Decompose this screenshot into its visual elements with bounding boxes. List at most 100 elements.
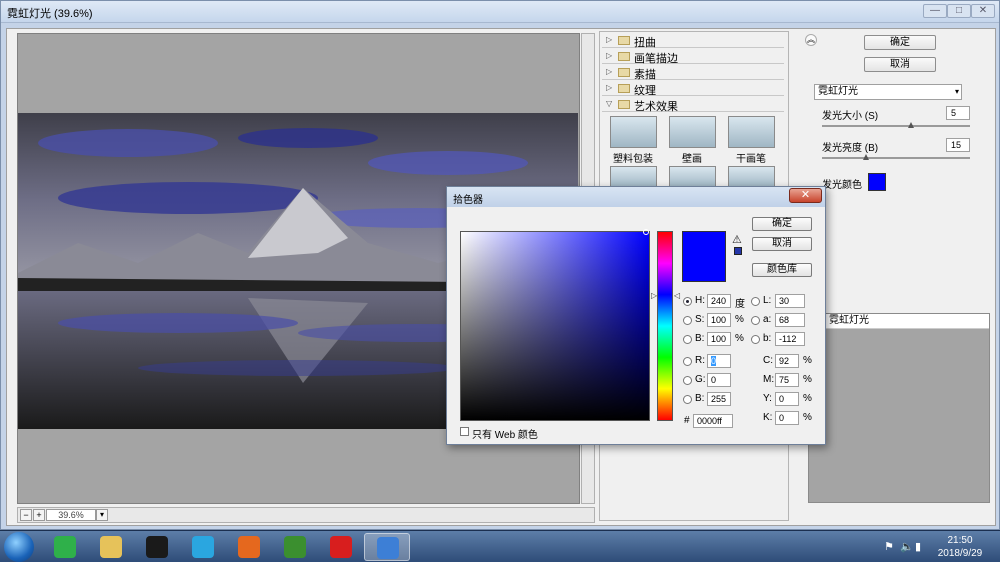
hex-input[interactable]: 0000ff (693, 414, 733, 428)
expand-arrow-icon: ▷ (606, 67, 613, 76)
taskbar-app-photoshop[interactable] (364, 533, 410, 561)
filter-select-value: 霓虹灯光 (818, 86, 858, 97)
zoom-dropdown-icon[interactable]: ▾ (96, 509, 108, 521)
category-label: 艺术效果 (634, 101, 678, 113)
color-field[interactable] (460, 231, 650, 421)
input-y[interactable]: 0 (775, 392, 799, 406)
radio-h[interactable] (683, 297, 692, 306)
radio-l[interactable] (751, 297, 760, 306)
current-color-swatch[interactable] (682, 257, 726, 282)
filter-thumb-fresco[interactable] (669, 116, 716, 148)
input-bv[interactable]: 100 (707, 332, 731, 346)
picker-cancel-button[interactable]: 取消 (752, 237, 812, 251)
input-c[interactable]: 92 (775, 354, 799, 368)
filter-thumb[interactable] (728, 166, 775, 188)
zoom-in-button[interactable]: + (33, 509, 45, 521)
360-browser-icon (54, 536, 76, 558)
label-y: Y: (763, 393, 772, 404)
close-button[interactable]: ✕ (971, 4, 995, 18)
color-field-marker[interactable] (643, 229, 649, 235)
effect-layer-row[interactable]: 霓虹灯光 (809, 314, 989, 329)
taskbar-app-360[interactable] (42, 533, 88, 561)
glow-size-slider[interactable] (822, 125, 970, 127)
hue-slider[interactable] (657, 231, 673, 421)
filter-thumb[interactable] (610, 166, 657, 188)
cancel-button[interactable]: 取消 (864, 57, 936, 72)
label-a: a: (763, 314, 772, 325)
media-app-icon (284, 536, 306, 558)
category-label: 画笔描边 (634, 53, 678, 65)
input-g[interactable]: 0 (707, 373, 731, 387)
color-libraries-button[interactable]: 颜色库 (752, 263, 812, 277)
glow-size-slider-handle[interactable] (907, 122, 914, 128)
maximize-button[interactable]: □ (947, 4, 971, 18)
glow-brightness-slider-handle[interactable] (863, 154, 870, 160)
input-r[interactable]: 0 (707, 354, 731, 368)
network-icon[interactable]: ▮ (915, 540, 921, 553)
category-sketch[interactable]: ▷ 素描 (602, 65, 784, 81)
taskbar-app-video[interactable] (180, 533, 226, 561)
volume-icon[interactable]: 🔈 (900, 540, 914, 553)
input-s[interactable]: 100 (707, 313, 731, 327)
label-g: G: (695, 374, 706, 385)
radio-bv[interactable] (683, 335, 692, 344)
filter-thumb[interactable] (669, 166, 716, 188)
input-h[interactable]: 240 (707, 294, 731, 308)
taskbar-app-qq[interactable] (134, 533, 180, 561)
label-bv: B: (695, 333, 705, 344)
radio-bl[interactable] (683, 395, 692, 404)
filter-thumb-plastic-wrap[interactable] (610, 116, 657, 148)
web-colors-only-checkbox[interactable] (460, 427, 469, 436)
folder-icon (618, 52, 630, 61)
radio-g[interactable] (683, 376, 692, 385)
picker-ok-button[interactable]: 确定 (752, 217, 812, 231)
zoom-out-button[interactable]: − (20, 509, 32, 521)
folder-icon (618, 68, 630, 77)
input-a[interactable]: 68 (775, 313, 805, 327)
input-b-lab[interactable]: -112 (775, 332, 805, 346)
minimize-button[interactable]: — (923, 4, 947, 18)
input-l[interactable]: 30 (775, 294, 805, 308)
tray-flag-icon[interactable]: ⚑ (884, 540, 894, 553)
input-r-value: 0 (711, 356, 717, 366)
filter-select[interactable]: 霓虹灯光 ▾ (814, 84, 962, 100)
web-safe-color-icon[interactable] (734, 247, 742, 255)
label-m: M: (763, 374, 775, 385)
taskbar-app-firefox[interactable] (226, 533, 272, 561)
picker-close-button[interactable]: ✕ (789, 188, 822, 203)
color-picker-dialog: 拾色器 ✕ ▷ ◁ ⚠ 确定 取消 颜色库 H: 240 度 S: 100 % … (446, 186, 826, 445)
category-distort[interactable]: ▷ 扭曲 (602, 33, 784, 49)
taskbar-app-explorer[interactable] (88, 533, 134, 561)
input-k[interactable]: 0 (775, 411, 799, 425)
filter-thumb-label: 壁画 (682, 154, 702, 165)
taskbar: ⚑ 🔈 ▮ 21:50 2018/9/29 (0, 530, 1000, 562)
filter-thumb-dry-brush[interactable] (728, 116, 775, 148)
input-m[interactable]: 75 (775, 373, 799, 387)
start-button[interactable] (4, 532, 34, 562)
radio-r[interactable] (683, 357, 692, 366)
zoom-level[interactable]: 39.6% (46, 509, 96, 521)
input-bl[interactable]: 255 (707, 392, 731, 406)
category-texture[interactable]: ▷ 纹理 (602, 81, 784, 97)
ok-button[interactable]: 确定 (864, 35, 936, 50)
web-colors-only-label: 只有 Web 颜色 (472, 430, 538, 441)
unit-y: % (803, 393, 812, 404)
glow-brightness-input[interactable]: 15 (946, 138, 970, 152)
label-s: S: (695, 314, 705, 325)
category-label: 扭曲 (634, 37, 656, 49)
glow-size-input[interactable]: 5 (946, 106, 970, 120)
radio-s[interactable] (683, 316, 692, 325)
file-explorer-icon (100, 536, 122, 558)
taskbar-app-media[interactable] (272, 533, 318, 561)
unit-s: % (735, 314, 744, 325)
collapse-chevron-icon[interactable]: ︽ (805, 34, 817, 46)
category-artistic[interactable]: ▽ 艺术效果 (602, 97, 784, 113)
clock[interactable]: 21:50 2018/9/29 (930, 534, 990, 560)
radio-a[interactable] (751, 316, 760, 325)
radio-b-lab[interactable] (751, 335, 760, 344)
taskbar-app-recorder[interactable] (318, 533, 364, 561)
category-brush-strokes[interactable]: ▷ 画笔描边 (602, 49, 784, 65)
glow-brightness-slider[interactable] (822, 157, 970, 159)
glow-color-swatch[interactable] (868, 173, 886, 191)
out-of-gamut-warning-icon[interactable]: ⚠ (732, 233, 742, 246)
